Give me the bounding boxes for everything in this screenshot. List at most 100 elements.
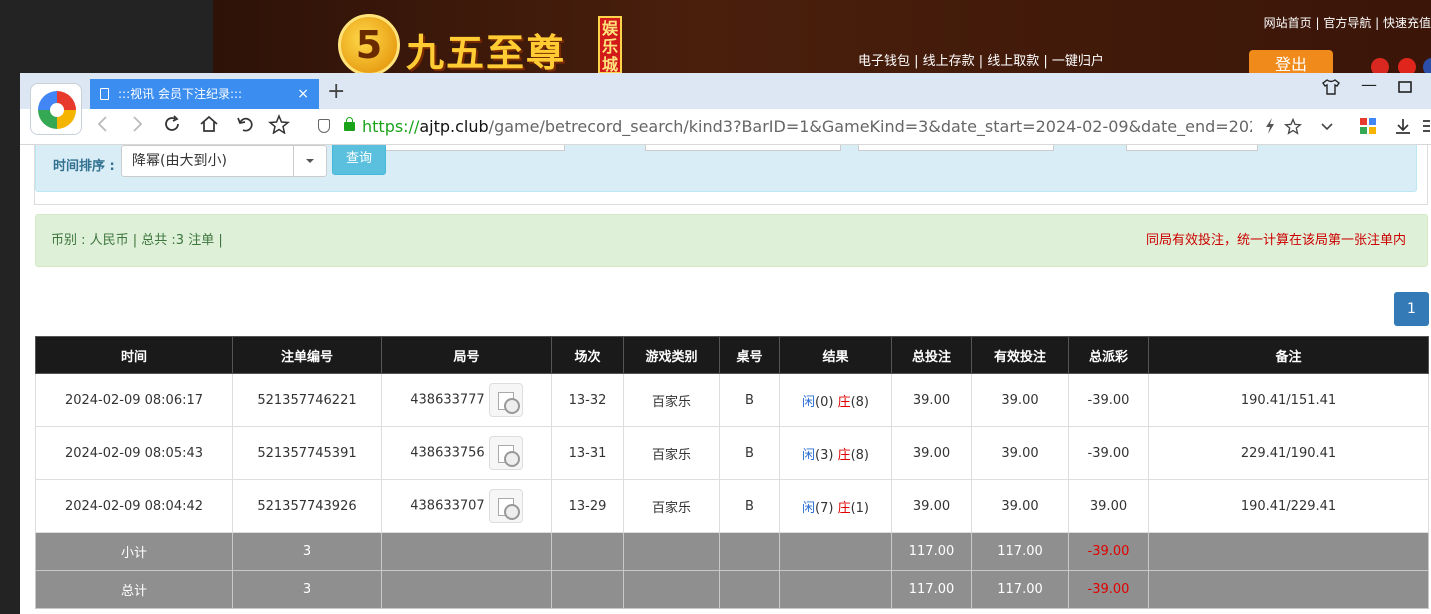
- subtotal-total-bet: 117.00: [891, 532, 972, 571]
- query-button[interactable]: 查询: [332, 145, 386, 175]
- new-tab-button[interactable]: +: [327, 77, 345, 107]
- cell-session: 13-29: [551, 479, 624, 533]
- sort-label: 时间排序 :: [53, 159, 115, 174]
- cell-bet-id: 521357745391: [232, 426, 382, 480]
- filter-panel: 时间排序 : 降幂(由大到小) 查询: [35, 145, 1417, 192]
- col-header-result: 结果: [779, 336, 892, 374]
- total-valid-bet: 117.00: [971, 570, 1069, 609]
- menu-icon[interactable]: [1422, 117, 1430, 140]
- maximize-icon[interactable]: [1398, 79, 1412, 98]
- browser-app-logo-icon[interactable]: [30, 83, 82, 135]
- undo-icon[interactable]: [235, 113, 255, 141]
- minimize-icon[interactable]: —: [1361, 75, 1377, 94]
- back-icon[interactable]: [96, 113, 110, 141]
- col-header-table: 桌号: [719, 336, 780, 374]
- cell-table: B: [719, 373, 780, 427]
- cell-note: 190.41/151.41: [1148, 373, 1429, 427]
- site-logo-icon: 5: [338, 14, 400, 76]
- cell-valid-bet: 39.00: [971, 426, 1069, 480]
- favorite-star-icon[interactable]: [1283, 117, 1303, 140]
- video-replay-icon[interactable]: [488, 436, 523, 470]
- cell-session: 13-31: [551, 426, 624, 480]
- cell-total-bet: 39.00: [891, 479, 972, 533]
- col-header-game: 游戏类别: [623, 336, 720, 374]
- site-top-links[interactable]: 网站首页 | 官方导航 | 快速充值: [1264, 14, 1431, 31]
- site-logo-text: 九五至尊: [406, 30, 567, 75]
- table-row: 2024-02-09 08:04:42 521357743926 4386337…: [35, 479, 1429, 533]
- table-header-row: 时间 注单编号 局号 场次 游戏类别 桌号 结果 总投注 有效投注 总派彩 备注: [35, 336, 1429, 374]
- summary-notice: 同局有效投注，统一计算在该局第一张注单内: [1145, 233, 1406, 248]
- page-content: 时间排序 : 降幂(由大到小) 查询 币别 : 人民币 | 总共 :3 注单 |…: [20, 145, 1431, 614]
- video-replay-icon[interactable]: [488, 489, 523, 523]
- cell-game: 百家乐: [623, 479, 720, 533]
- forward-icon[interactable]: [130, 113, 144, 141]
- address-bar: https://ajtp.club/game/betrecord_search/…: [20, 109, 1431, 145]
- url-field[interactable]: https://ajtp.club/game/betrecord_search/…: [362, 109, 1252, 145]
- summary-bar: 币别 : 人民币 | 总共 :3 注单 | 同局有效投注，统一计算在该局第一张注…: [35, 214, 1428, 267]
- cell-result: 闲(7) 庄(1): [779, 479, 892, 533]
- lock-icon[interactable]: [344, 117, 355, 131]
- chevron-down-icon[interactable]: [1320, 117, 1334, 140]
- cell-time: 2024-02-09 08:06:17: [35, 373, 233, 427]
- total-row: 总计 3 117.00 117.00 -39.00: [35, 570, 1429, 609]
- cell-game: 百家乐: [623, 426, 720, 480]
- cell-payout: 39.00: [1068, 479, 1149, 533]
- subtotal-payout: -39.00: [1068, 532, 1149, 571]
- browser-window: :::视讯 会员下注纪录::: × + — https://ajtp.club/…: [20, 73, 1431, 614]
- tab-betrecord[interactable]: :::视讯 会员下注纪录::: ×: [90, 79, 319, 109]
- download-icon[interactable]: [1394, 117, 1412, 140]
- shirt-icon[interactable]: [1322, 79, 1340, 99]
- cell-time: 2024-02-09 08:04:42: [35, 479, 233, 533]
- cell-round: 438633756: [381, 426, 552, 480]
- cell-session: 13-32: [551, 373, 624, 427]
- cell-round: 438633707: [381, 479, 552, 533]
- total-count: 3: [232, 570, 382, 609]
- page-icon: [100, 88, 109, 100]
- tab-close-icon[interactable]: ×: [297, 79, 309, 109]
- filter-input-4[interactable]: [858, 145, 1054, 151]
- cell-payout: -39.00: [1068, 426, 1149, 480]
- table-row: 2024-02-09 08:05:43 521357745391 4386337…: [35, 426, 1429, 480]
- subtotal-label: 小计: [35, 532, 233, 571]
- shield-icon[interactable]: [318, 119, 330, 133]
- cell-valid-bet: 39.00: [971, 373, 1069, 427]
- reload-icon[interactable]: [162, 113, 182, 141]
- cell-result: 闲(0) 庄(8): [779, 373, 892, 427]
- total-label: 总计: [35, 570, 233, 609]
- browser-titlebar: :::视讯 会员下注纪录::: × + —: [20, 73, 1431, 109]
- cell-valid-bet: 39.00: [971, 479, 1069, 533]
- cell-note: 190.41/229.41: [1148, 479, 1429, 533]
- video-replay-icon[interactable]: [488, 383, 523, 417]
- cell-game: 百家乐: [623, 373, 720, 427]
- cell-time: 2024-02-09 08:05:43: [35, 426, 233, 480]
- lightning-icon[interactable]: [1264, 117, 1276, 140]
- cell-total-bet: 39.00: [891, 426, 972, 480]
- table-row: 2024-02-09 08:06:17 521357746221 4386337…: [35, 373, 1429, 427]
- site-logo-tag: 娱乐城: [598, 16, 622, 74]
- filter-input-5[interactable]: [1126, 145, 1258, 151]
- col-header-session: 场次: [551, 336, 624, 374]
- subtotal-count: 3: [232, 532, 382, 571]
- sort-select[interactable]: 降幂(由大到小): [121, 145, 327, 177]
- cell-bet-id: 521357743926: [232, 479, 382, 533]
- col-header-total-bet: 总投注: [891, 336, 972, 374]
- col-header-bet-id: 注单编号: [232, 336, 382, 374]
- home-icon[interactable]: [199, 113, 219, 141]
- total-total-bet: 117.00: [891, 570, 972, 609]
- apps-grid-icon[interactable]: [1359, 117, 1377, 140]
- cell-note: 229.41/190.41: [1148, 426, 1429, 480]
- subtotal-valid-bet: 117.00: [971, 532, 1069, 571]
- subtotal-row: 小计 3 117.00 117.00 -39.00: [35, 532, 1429, 571]
- col-header-valid-bet: 有效投注: [971, 336, 1069, 374]
- bookmark-star-icon[interactable]: [268, 113, 290, 141]
- col-header-round: 局号: [381, 336, 552, 374]
- tab-title: :::视讯 会员下注纪录:::: [118, 87, 243, 101]
- cell-payout: -39.00: [1068, 373, 1149, 427]
- filter-input-3[interactable]: [645, 145, 841, 151]
- cell-round: 438633777: [381, 373, 552, 427]
- site-nav-links[interactable]: 电子钱包 | 线上存款 | 线上取款 | 一键归户: [858, 50, 1104, 69]
- pagination-page-1[interactable]: 1: [1394, 292, 1429, 326]
- col-header-payout: 总派彩: [1068, 336, 1149, 374]
- caret-down-icon: [306, 159, 314, 163]
- cell-result: 闲(3) 庄(8): [779, 426, 892, 480]
